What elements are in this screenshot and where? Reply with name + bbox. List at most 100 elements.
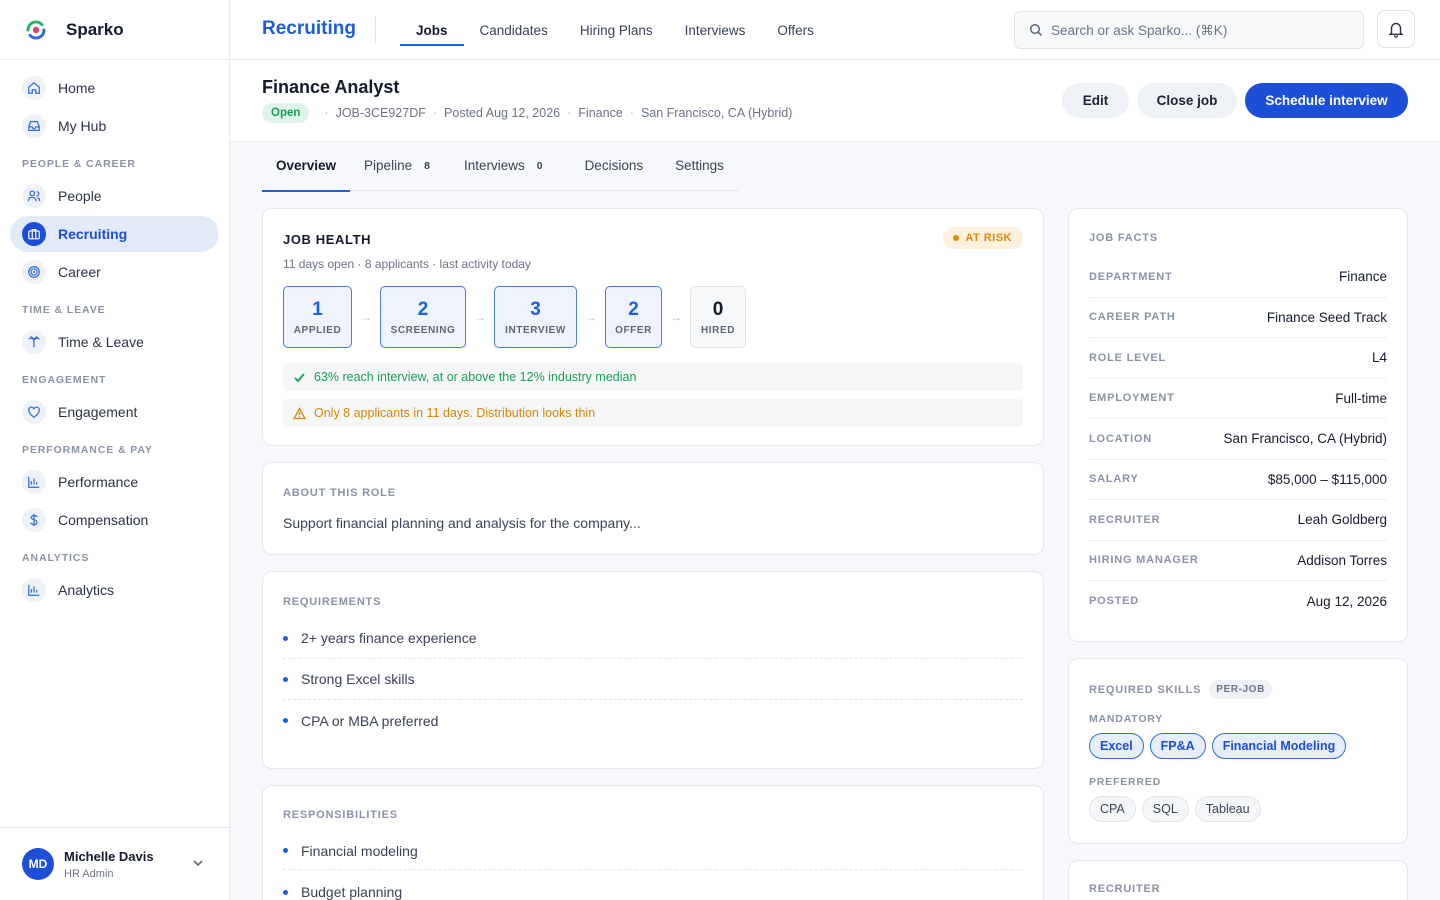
tab-pipeline[interactable]: Pipeline 8 — [350, 158, 450, 191]
sidebar-item-label: Analytics — [58, 582, 115, 598]
health-subtitle: 11 days open · 8 applicants · last activ… — [283, 257, 531, 271]
sidebar-item-my-hub[interactable]: My Hub — [10, 108, 219, 144]
fact-value: Addison Torres — [1297, 552, 1387, 568]
card-title: REQUIRED SKILLS — [1089, 683, 1202, 696]
fact-key: RECRUITER — [1089, 513, 1161, 526]
skill-chip[interactable]: Excel — [1089, 733, 1144, 759]
notifications-button[interactable] — [1377, 10, 1415, 48]
sidebar-item-recruiting[interactable]: Recruiting — [10, 216, 219, 252]
skill-chip[interactable]: Tableau — [1194, 796, 1261, 822]
schedule-interview-button[interactable]: Schedule interview — [1245, 83, 1408, 118]
status-badge: Open — [262, 103, 310, 123]
fact-value: Finance Seed Track — [1266, 309, 1387, 325]
about-text: Support financial planning and analysis … — [283, 515, 641, 531]
stage-screening[interactable]: 2 SCREENING — [380, 286, 466, 348]
card-title: RECRUITER — [1089, 883, 1161, 895]
fact-row: RECRUITER Leah Goldberg — [1089, 500, 1387, 541]
user-menu[interactable]: MD Michelle Davis HR Admin — [0, 827, 229, 900]
sidebar-item-compensation[interactable]: Compensation — [10, 502, 219, 538]
close-job-button[interactable]: Close job — [1137, 83, 1237, 118]
target-icon — [22, 260, 46, 284]
chevron-down-icon[interactable] — [191, 856, 205, 870]
tab-interviews-detail[interactable]: Interviews 0 — [450, 158, 567, 191]
per-job-tag: PER-JOB — [1209, 680, 1272, 699]
briefcase-icon — [22, 222, 46, 246]
tab-label: Decisions — [584, 158, 644, 173]
fact-key: ROLE LEVEL — [1089, 351, 1167, 364]
tab-settings[interactable]: Settings — [661, 158, 738, 191]
brand[interactable]: Sparko — [0, 0, 229, 60]
tab-label: Settings — [675, 158, 724, 173]
skill-chip[interactable]: Financial Modeling — [1211, 733, 1347, 759]
heart-icon — [22, 400, 46, 424]
tab-overview[interactable]: Overview — [262, 158, 351, 192]
stage-label: SCREENING — [390, 324, 456, 336]
sidebar-item-performance[interactable]: Performance — [10, 464, 219, 500]
fact-row: LOCATION San Francisco, CA (Hybrid) — [1089, 419, 1387, 460]
content-tabs: Overview Pipeline 8 Interviews 0 Decisions… — [262, 158, 738, 192]
sidebar-section-title: PEOPLE & CAREER — [22, 158, 136, 170]
tab-candidates[interactable]: Candidates — [464, 0, 564, 60]
mandatory-label: MANDATORY — [1089, 713, 1164, 725]
skill-chip[interactable]: CPA — [1089, 796, 1136, 822]
job-header: Finance Analyst Open · JOB-3CE927DF · Po… — [230, 60, 1440, 142]
sidebar-item-label: Compensation — [58, 512, 149, 528]
search-input[interactable] — [1051, 22, 1341, 38]
sidebar-item-label: Engagement — [58, 404, 138, 420]
arrow-right-icon: → — [670, 310, 682, 324]
separator: · — [629, 106, 634, 120]
tab-offers[interactable]: Offers — [761, 0, 830, 60]
card-title: JOB FACTS — [1089, 232, 1158, 244]
sidebar-nav: Home My Hub PEOPLE & CAREER People Recru… — [0, 60, 229, 608]
stage-label: APPLIED — [293, 324, 342, 336]
job-facts-list: DEPARTMENT Finance CAREER PATH Finance See… — [1089, 257, 1387, 622]
avatar: MD — [22, 848, 54, 880]
stage-interview[interactable]: 3 INTERVIEW — [494, 286, 577, 348]
search-box[interactable] — [1014, 11, 1364, 49]
job-meta: Open · JOB-3CE927DF · Posted Aug 12, 202… — [262, 103, 792, 123]
sidebar-section-title: PERFORMANCE & PAY — [22, 444, 153, 456]
edit-button[interactable]: Edit — [1062, 83, 1129, 118]
stage-offer[interactable]: 2 OFFER — [605, 286, 662, 348]
fact-key: HIRING MANAGER — [1089, 554, 1199, 567]
sidebar-item-analytics[interactable]: Analytics — [10, 572, 219, 608]
sidebar-item-home[interactable]: Home — [10, 70, 219, 106]
skill-chip[interactable]: FP&A — [1149, 733, 1206, 759]
bullet-icon — [283, 889, 288, 895]
stage-applied[interactable]: 1 APPLIED — [283, 286, 352, 348]
top-bar: Recruiting Jobs Candidates Hiring Plans … — [230, 0, 1440, 60]
tab-decisions[interactable]: Decisions — [567, 158, 662, 191]
bullet-icon — [283, 676, 288, 682]
stage-hired[interactable]: 0 HIRED — [690, 286, 746, 348]
bullet-icon — [283, 718, 288, 723]
list-item-text: Budget planning — [301, 884, 403, 900]
skill-chip[interactable]: SQL — [1141, 796, 1189, 822]
tab-jobs[interactable]: Jobs — [400, 0, 464, 60]
sidebar-item-engagement[interactable]: Engagement — [10, 394, 219, 430]
responsibilities-card: RESPONSIBILITIES Financial modeling Budg… — [262, 785, 1044, 900]
sidebar-section-title: ENGAGEMENT — [22, 374, 107, 386]
app-title[interactable]: Recruiting — [262, 18, 356, 40]
sidebar-item-label: Home — [58, 80, 96, 96]
tab-interviews[interactable]: Interviews — [669, 0, 762, 60]
card-title: JOB HEALTH — [283, 232, 372, 247]
note-text: 63% reach interview, at or above the 12%… — [314, 370, 637, 384]
fact-value: Full-time — [1335, 390, 1387, 406]
fact-value: Aug 12, 2026 — [1306, 593, 1387, 609]
fact-row: SALARY $85,000 – $115,000 — [1089, 460, 1387, 500]
fact-key: CAREER PATH — [1089, 311, 1176, 324]
sidebar-item-career[interactable]: Career — [10, 254, 219, 290]
tab-label: Pipeline — [364, 158, 413, 173]
sidebar-item-time-leave[interactable]: Time & Leave — [10, 324, 219, 360]
sidebar-item-people[interactable]: People — [10, 178, 219, 214]
divider — [375, 16, 376, 44]
fact-value: $85,000 – $115,000 — [1267, 471, 1387, 487]
fact-value: L4 — [1371, 350, 1387, 366]
tab-hiring-plans[interactable]: Hiring Plans — [564, 0, 669, 60]
badge-label: AT RISK — [965, 232, 1012, 244]
top-tabs: Jobs Candidates Hiring Plans Interviews … — [400, 0, 830, 60]
sidebar-item-label: People — [58, 188, 102, 204]
card-title: RESPONSIBILITIES — [283, 809, 398, 821]
health-note-success: 63% reach interview, at or above the 12%… — [283, 363, 1023, 391]
stage-label: INTERVIEW — [505, 324, 566, 336]
